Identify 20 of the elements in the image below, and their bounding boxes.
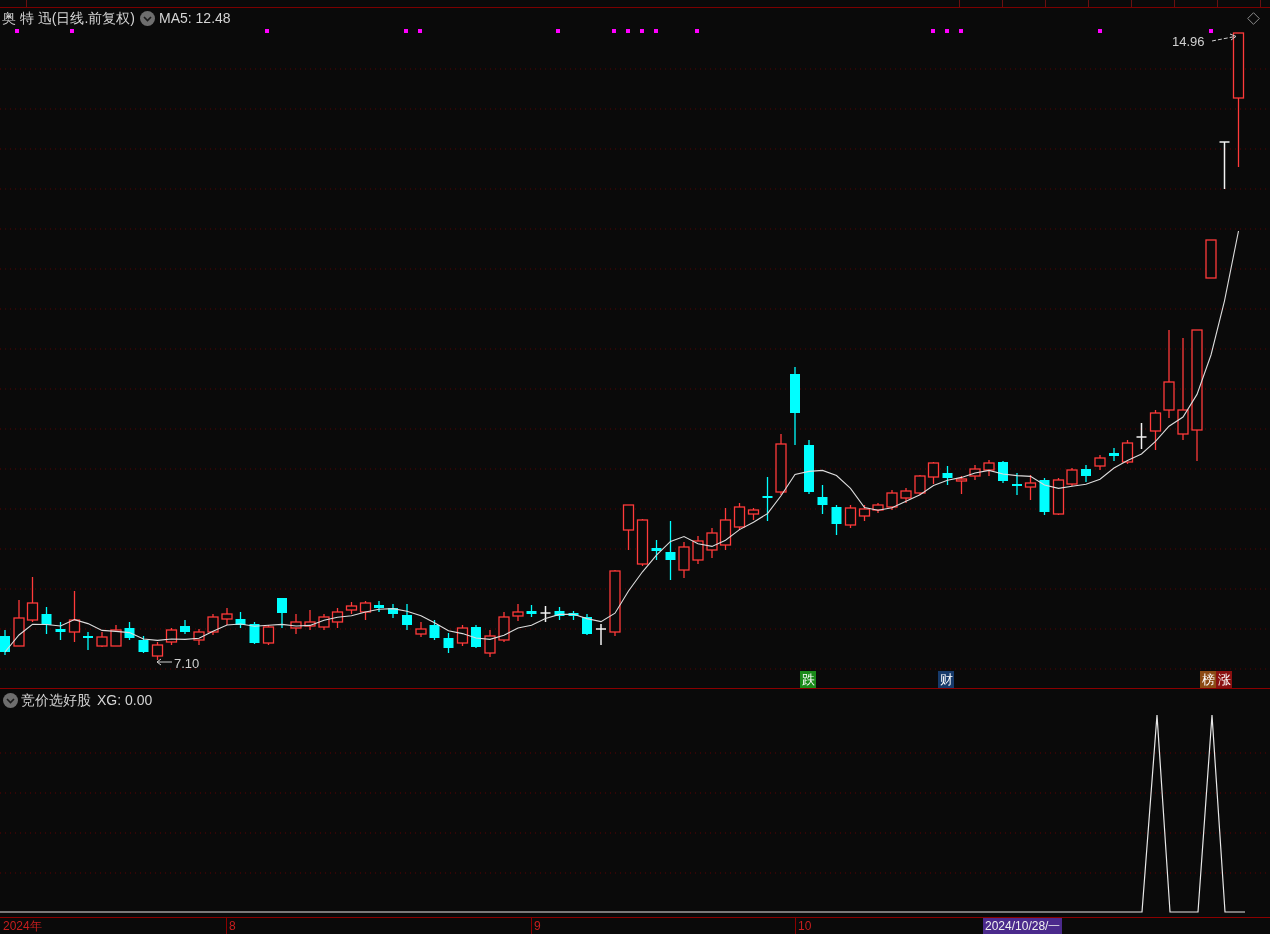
axis-label: 2024年 (3, 918, 42, 934)
dropdown-icon[interactable] (140, 10, 155, 26)
xg-reading: XG: 0.00 (97, 692, 153, 708)
axis-label: 9 (534, 918, 541, 934)
ma5-reading: MA5: 12.48 (159, 10, 231, 26)
event-badge: 涨 (1216, 671, 1232, 688)
event-badge: 跌 (800, 671, 816, 688)
axis-label: 8 (229, 918, 236, 934)
diamond-icon[interactable] (1247, 11, 1260, 25)
dropdown-icon[interactable] (3, 692, 18, 708)
leader-arrow (1211, 33, 1237, 42)
event-badge: 榜 (1200, 671, 1216, 688)
axis-label: 10 (798, 918, 812, 934)
leader-arrow (156, 658, 173, 666)
low-price-label: 7.10 (174, 656, 200, 671)
indicator-title: 竞价选好股 (21, 692, 91, 708)
cursor-date-label: 2024/10/28/一 (983, 918, 1063, 934)
event-badge: 财 (938, 671, 954, 688)
chart-title: 奥 特 迅(日线.前复权) (2, 10, 135, 26)
high-price-label: 14.96 (1172, 34, 1205, 49)
